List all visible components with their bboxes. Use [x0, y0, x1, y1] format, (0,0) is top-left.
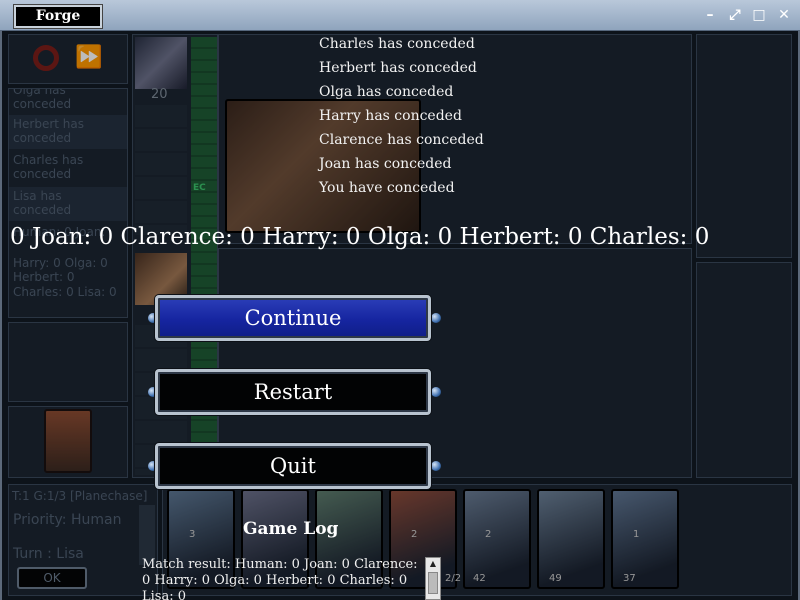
game-log-text: Match result: Human: 0 Joan: 0 Clarence:… — [142, 557, 418, 600]
window-title: Forge — [14, 5, 102, 28]
button-ornament — [431, 461, 441, 471]
concede-message: Harry has conceded — [319, 108, 462, 124]
title-bar: Forge – ⤢ □ ✕ — [0, 0, 800, 31]
minimize-button[interactable]: – — [701, 7, 719, 23]
button-ornament — [431, 387, 441, 397]
button-ornament — [431, 313, 441, 323]
close-button[interactable]: ✕ — [775, 7, 793, 23]
restart-button[interactable]: Restart — [155, 369, 431, 415]
concede-message: Herbert has conceded — [319, 60, 477, 76]
concede-message: Joan has conceded — [319, 156, 452, 172]
game-log-title: Game Log — [243, 519, 339, 539]
concede-message: You have conceded — [319, 180, 455, 196]
score-line: 0 Joan: 0 Clarence: 0 Harry: 0 Olga: 0 H… — [10, 224, 710, 250]
concede-message: Olga has conceded — [319, 84, 454, 100]
concede-message: Clarence has conceded — [319, 132, 484, 148]
scroll-up-icon[interactable]: ▲ — [428, 559, 438, 569]
concede-message: Charles has conceded — [319, 36, 475, 52]
quit-button[interactable]: Quit — [155, 443, 431, 489]
maximize-button[interactable]: □ — [750, 7, 768, 23]
fullscreen-button[interactable]: ⤢ — [726, 7, 744, 23]
game-log-scrollbar[interactable]: ▲ — [425, 557, 441, 600]
scroll-thumb[interactable] — [428, 572, 438, 594]
continue-button[interactable]: Continue — [155, 295, 431, 341]
